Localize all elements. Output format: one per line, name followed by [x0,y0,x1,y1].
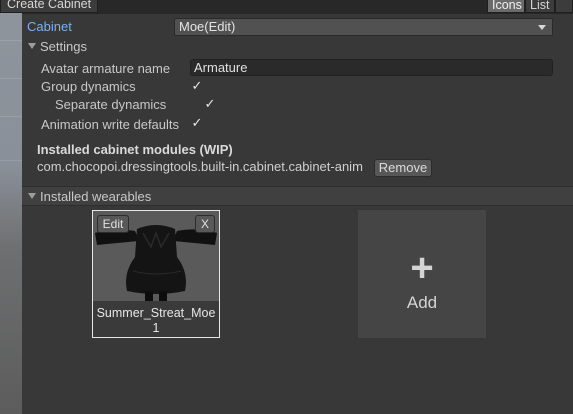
avatar-armature-input[interactable]: Armature [190,59,553,76]
scene-view-background [0,0,22,414]
group-dynamics-label: Group dynamics [41,79,136,94]
toolbar-spacer [555,0,573,13]
wearable-card[interactable]: Edit X Summer_Streat_Moe 1 [92,210,220,338]
list-view-toggle[interactable]: List [525,0,555,13]
add-wearable-label: Add [406,293,438,312]
installed-wearables-header: Installed wearables [40,189,152,204]
edit-wearable-button[interactable]: Edit [97,215,129,233]
group-dynamics-checkbox[interactable]: ✓ [190,80,204,94]
cabinet-label: Cabinet [27,19,72,34]
remove-module-button[interactable]: Remove [374,159,432,177]
settings-foldout[interactable]: Settings [22,37,573,57]
cabinet-dropdown-value: Moe(Edit) [179,19,236,34]
separate-dynamics-checkbox[interactable]: ✓ [203,98,217,112]
separate-dynamics-label: Separate dynamics [55,97,167,112]
plus-icon: + [410,246,434,290]
dressing-tools-panel: Create Cabinet Icons List Cabinet Moe(Ed… [0,0,573,414]
chevron-down-icon [538,25,546,30]
cabinet-modules-header: Installed cabinet modules (WIP) [37,142,233,157]
foldout-triangle-icon [28,192,36,199]
cabinet-module-name: com.chocopoi.dressingtools.built-in.cabi… [37,159,363,174]
foldout-triangle-icon [28,42,36,49]
installed-wearables-foldout[interactable]: Installed wearables [22,186,573,206]
wearable-thumbnail: Edit X [93,211,219,301]
cabinet-dropdown[interactable]: Moe(Edit) [174,18,553,36]
add-wearable-button[interactable]: + Add [358,210,486,338]
settings-header: Settings [40,39,87,54]
icons-view-toggle[interactable]: Icons [487,0,525,13]
animation-write-defaults-label: Animation write defaults [41,117,180,132]
animation-write-defaults-checkbox[interactable]: ✓ [190,117,204,131]
remove-wearable-button[interactable]: X [195,215,215,233]
toolbar: Create Cabinet Icons List [0,0,573,14]
wearable-name: Summer_Streat_Moe 1 [96,306,216,335]
create-cabinet-button[interactable]: Create Cabinet [0,0,99,13]
avatar-armature-label: Avatar armature name [41,61,171,76]
